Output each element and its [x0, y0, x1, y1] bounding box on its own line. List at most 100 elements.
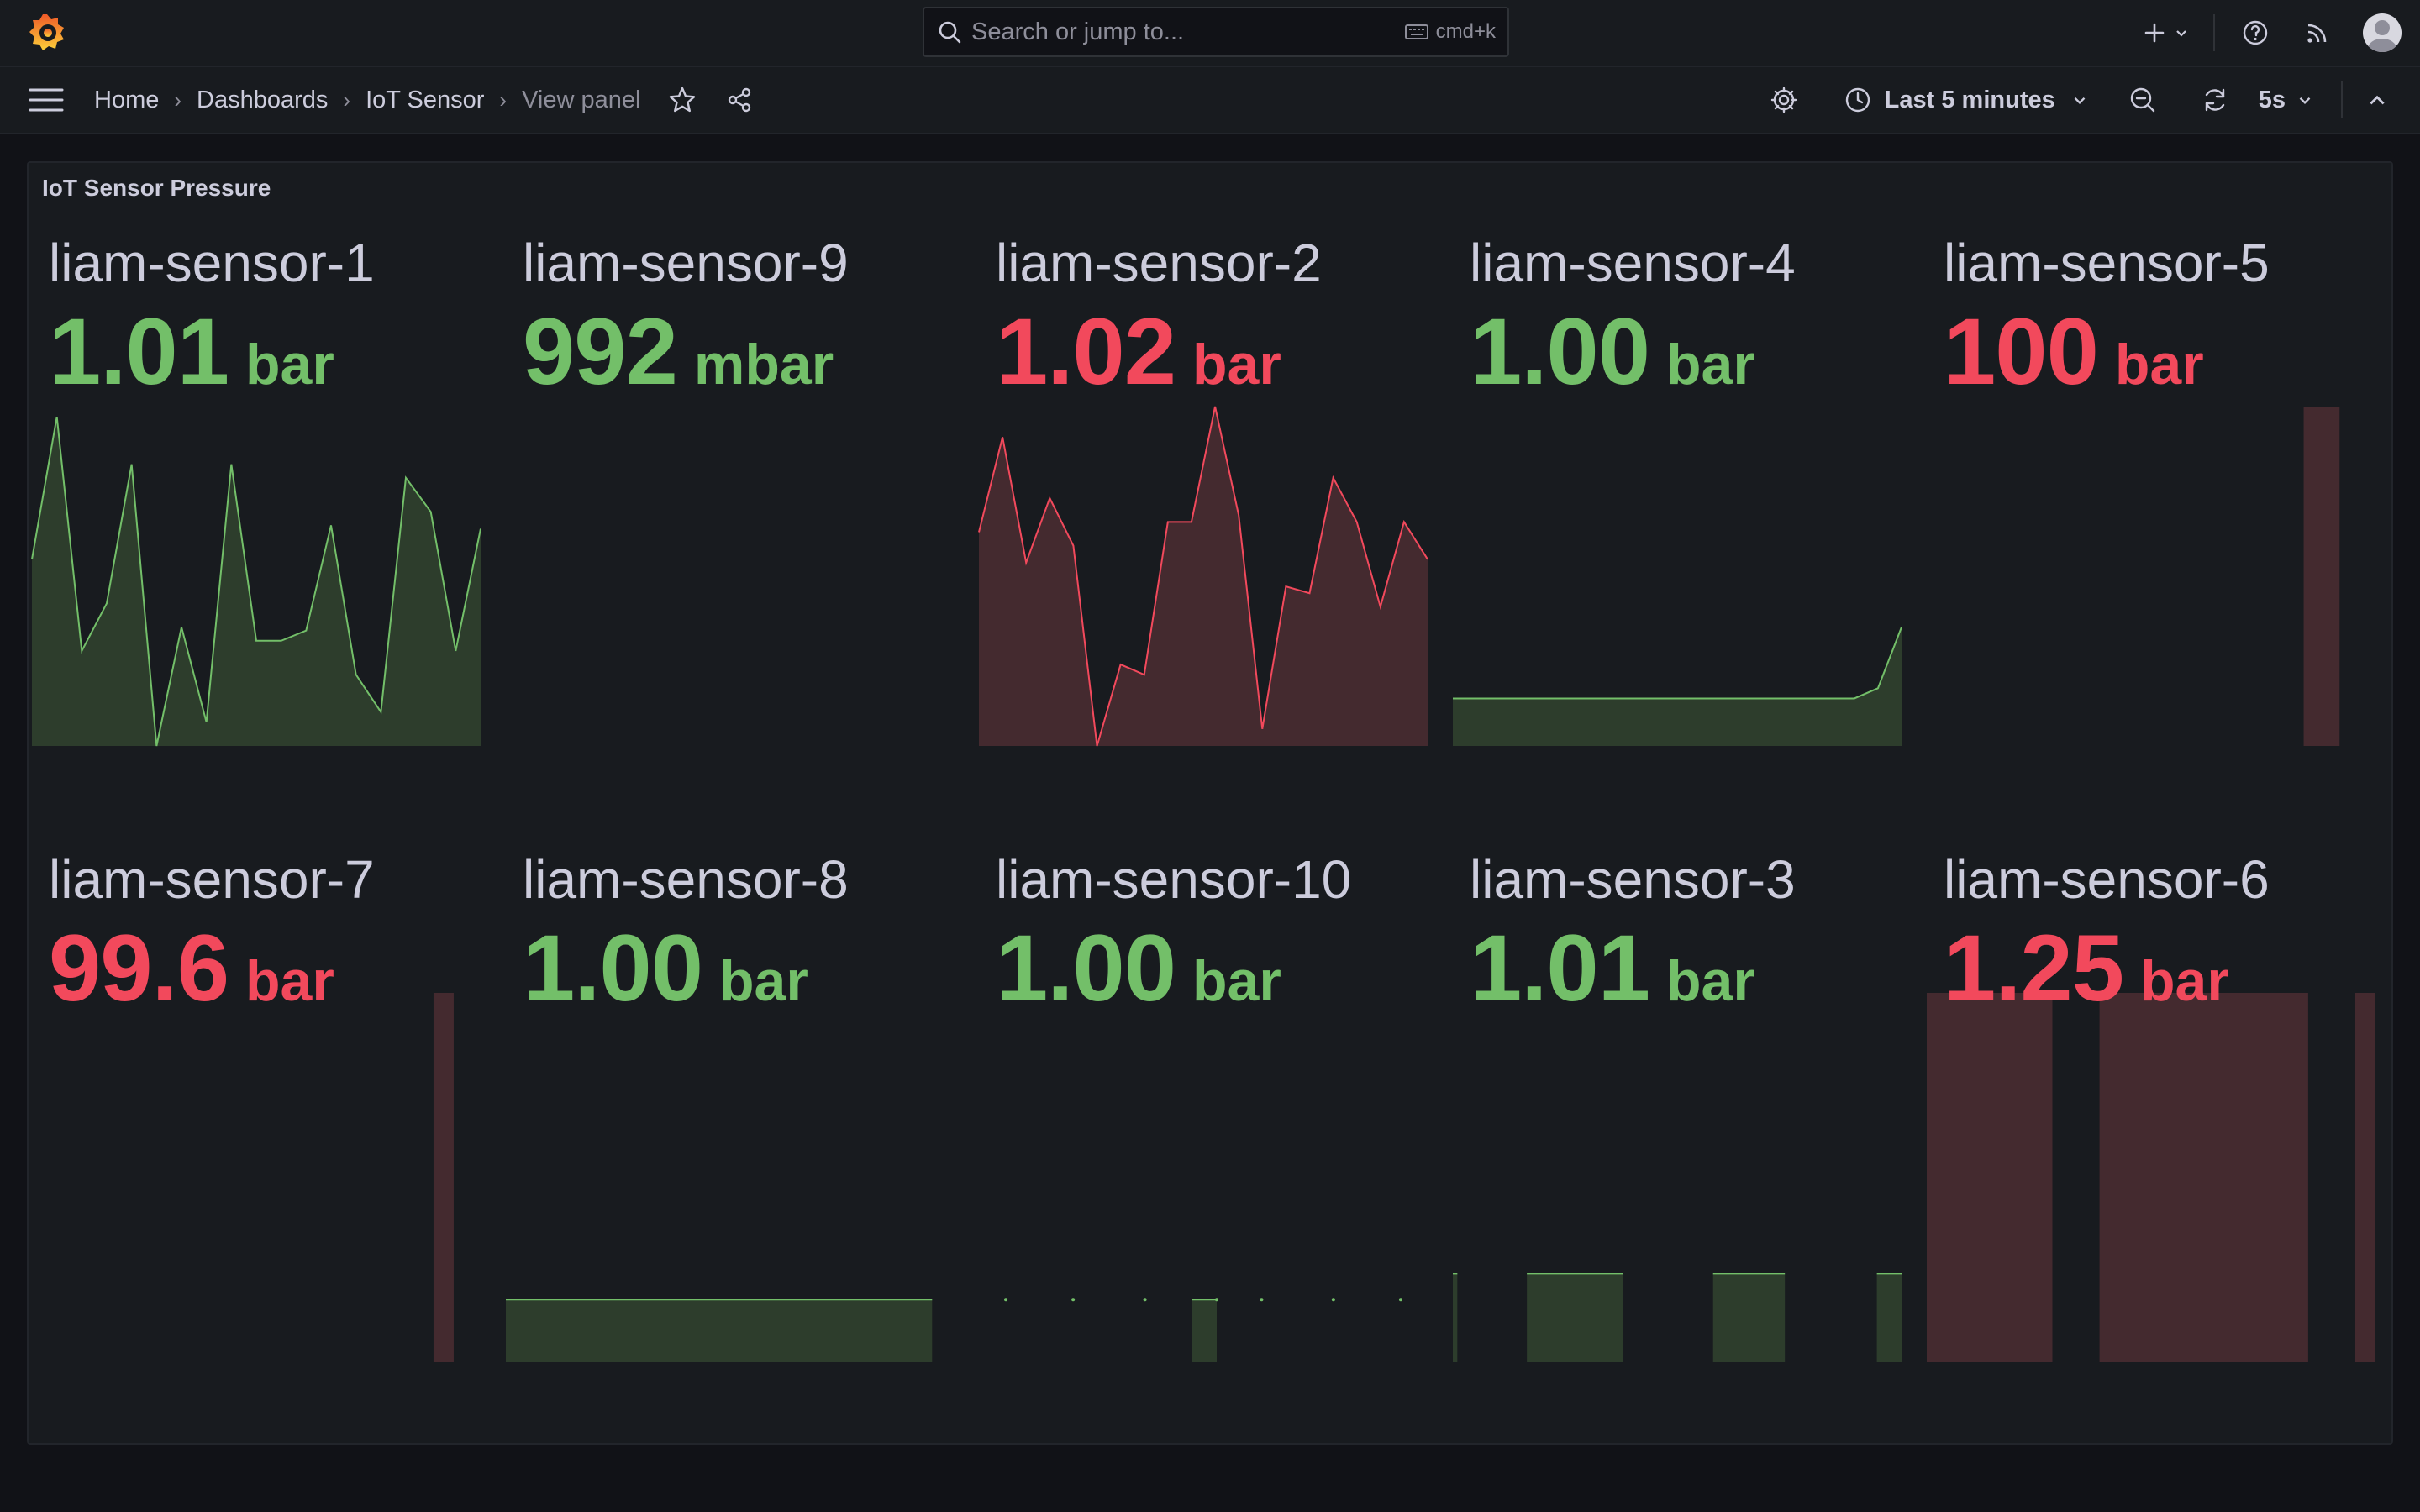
settings-gear-icon[interactable]: [1769, 85, 1799, 115]
sparkline-point: [1004, 1298, 1008, 1302]
stat-value-unit: bar: [245, 333, 334, 396]
stat-value-unit: bar: [718, 949, 808, 1013]
divider: [2213, 14, 2215, 51]
stat-name: liam-sensor-7: [49, 849, 375, 910]
zoom-out-icon[interactable]: [2128, 85, 2158, 115]
stat-name: liam-sensor-3: [1470, 849, 1796, 910]
stat-name: liam-sensor-9: [523, 233, 849, 293]
share-icon[interactable]: [724, 85, 755, 115]
sparkline-point: [1398, 1298, 1402, 1302]
news-rss-icon[interactable]: [2302, 18, 2333, 48]
stat-liam-sensor-8[interactable]: liam-sensor-8 1.00 bar: [502, 780, 976, 1396]
sparkline-segment: [1927, 993, 2053, 1362]
breadcrumb-iot-sensor[interactable]: IoT Sensor: [366, 87, 484, 114]
stat-value-unit: bar: [1665, 333, 1755, 396]
stat-liam-sensor-2[interactable]: liam-sensor-2 1.02 bar: [976, 163, 1449, 780]
menu-icon[interactable]: [29, 86, 64, 114]
sparkline-segment: [2303, 407, 2340, 746]
stat-value-number: 992: [523, 299, 678, 404]
stat-value: 99.6 bar: [49, 914, 334, 1022]
stat-value-number: 99.6: [49, 916, 229, 1021]
chevron-up-icon[interactable]: [2366, 89, 2388, 111]
new-menu-button[interactable]: [2139, 18, 2190, 48]
plus-icon: [2144, 23, 2165, 43]
refresh-interval-label: 5s: [2258, 86, 2286, 113]
keyboard-icon: [1404, 24, 1428, 39]
stat-value: 1.00 bar: [996, 914, 1281, 1022]
time-range-label: Last 5 minutes: [1884, 86, 2055, 113]
stat-liam-sensor-1[interactable]: liam-sensor-1 1.01 bar: [29, 163, 502, 780]
stat-value-unit: bar: [2114, 333, 2204, 396]
breadcrumb: Home › Dashboards › IoT Sensor › View pa…: [94, 67, 755, 133]
sparkline-segment: [2354, 993, 2375, 1362]
breadcrumb-dashboards[interactable]: Dashboards: [197, 87, 328, 114]
sparkline-segment: [1453, 1273, 1458, 1362]
grafana-logo-icon[interactable]: [27, 12, 67, 52]
stat-name: liam-sensor-5: [1944, 233, 2270, 293]
stat-value: 1.01 bar: [1470, 914, 1755, 1022]
stat-value-number: 1.02: [996, 299, 1176, 404]
stat-value-number: 100: [1944, 299, 2099, 404]
stat-value-unit: bar: [1665, 949, 1755, 1013]
stat-liam-sensor-5[interactable]: liam-sensor-5 100 bar: [1923, 163, 2391, 780]
stat-liam-sensor-4[interactable]: liam-sensor-4 1.00 bar: [1449, 163, 1923, 780]
stat-value: 1.02 bar: [996, 297, 1281, 406]
stat-value: 1.00 bar: [1470, 297, 1755, 406]
refresh-interval-picker[interactable]: 5s: [2259, 87, 2314, 114]
user-avatar[interactable]: [2363, 13, 2402, 52]
sparkline-segment: [2099, 993, 2308, 1362]
breadcrumb-home[interactable]: Home: [94, 87, 159, 114]
time-range-picker[interactable]: Last 5 minutes: [1843, 85, 2089, 115]
refresh-icon[interactable]: [2200, 85, 2230, 115]
stat-name: liam-sensor-10: [996, 849, 1352, 910]
sparkline-point: [1260, 1298, 1264, 1302]
search-shortcut-label: cmd+k: [1435, 20, 1496, 43]
sparkline-point: [1071, 1298, 1076, 1302]
sparkline-area: [1453, 627, 1902, 746]
stat-value-number: 1.25: [1944, 916, 2124, 1021]
chevron-down-icon: [2299, 97, 2311, 105]
sparkline-segment: [506, 1299, 933, 1362]
search-placeholder: Search or jump to...: [971, 18, 1185, 45]
stat-name: liam-sensor-2: [996, 233, 1322, 293]
stat-value-unit: bar: [1192, 949, 1281, 1013]
sparkline-area: [32, 417, 481, 746]
sparkline-segment: [1527, 1273, 1623, 1362]
sparkline-area: [979, 407, 1428, 746]
stat-name: liam-sensor-6: [1944, 849, 2270, 910]
stat-value: 100 bar: [1944, 297, 2204, 406]
stat-value-number: 1.00: [1470, 299, 1650, 404]
top-bar: Search or jump to... cmd+k: [0, 0, 2420, 67]
divider: [2341, 81, 2343, 118]
stat-value-unit: bar: [1192, 333, 1281, 396]
stat-value: 1.00 bar: [523, 914, 808, 1022]
stat-value-number: 1.00: [523, 916, 703, 1021]
stat-value-number: 1.00: [996, 916, 1176, 1021]
user-icon: [2368, 20, 2396, 52]
stat-liam-sensor-10[interactable]: liam-sensor-10 1.00 bar: [976, 780, 1449, 1396]
stat-liam-sensor-6[interactable]: liam-sensor-6 1.25 bar: [1923, 780, 2391, 1396]
sparkline-segment: [1192, 1299, 1218, 1362]
sparkline-point: [1215, 1298, 1219, 1302]
search-shortcut: cmd+k: [1404, 20, 1496, 44]
sparkline-point: [1143, 1298, 1147, 1302]
help-icon[interactable]: [2240, 18, 2270, 48]
stat-liam-sensor-9[interactable]: liam-sensor-9 992 mbar: [502, 163, 976, 780]
sparkline-point: [1331, 1298, 1335, 1302]
stat-value-number: 1.01: [49, 299, 229, 404]
chevron-right-icon: ›: [174, 87, 182, 113]
chevron-down-icon: [2074, 97, 2086, 105]
stat-value: 1.25 bar: [1944, 914, 2229, 1022]
stat-liam-sensor-7[interactable]: liam-sensor-7 99.6 bar: [29, 780, 502, 1396]
stat-panel: IoT Sensor Pressure liam-sensor-1 1.01 bar…: [27, 161, 2393, 1445]
dashboard-controls: Last 5 minutes 5s: [1769, 67, 2420, 133]
search-bar[interactable]: Search or jump to... cmd+k: [923, 7, 1509, 57]
sparkline-segment: [1876, 1273, 1902, 1362]
star-icon[interactable]: [667, 85, 697, 115]
stat-value-number: 1.01: [1470, 916, 1650, 1021]
search-icon: [939, 21, 961, 44]
top-bar-actions: [2139, 0, 2420, 66]
stat-liam-sensor-3[interactable]: liam-sensor-3 1.01 bar: [1449, 780, 1923, 1396]
clock-icon: [1845, 87, 1870, 113]
stat-name: liam-sensor-1: [49, 233, 375, 293]
